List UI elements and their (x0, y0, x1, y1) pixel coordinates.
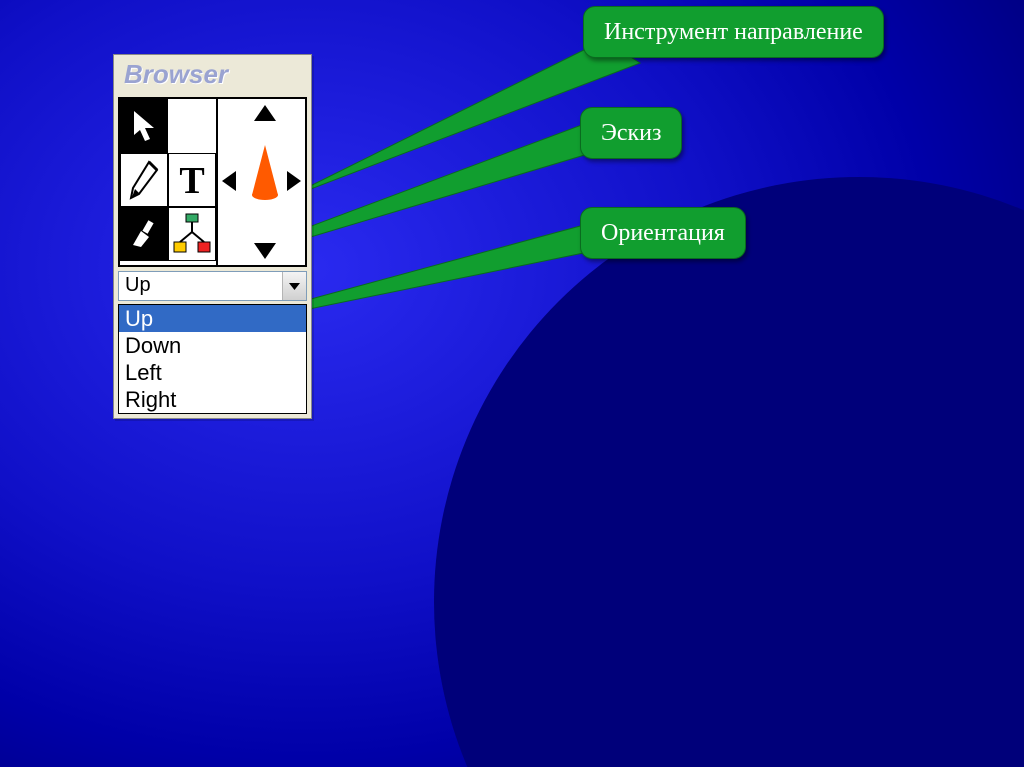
orientation-option[interactable]: Right (119, 386, 306, 413)
dir-down-icon (254, 243, 276, 259)
callout-orientation: Ориентация (580, 207, 746, 259)
arrow-tool[interactable] (120, 99, 168, 153)
paint-tool[interactable] (120, 207, 168, 261)
pencil-tool[interactable] (120, 153, 168, 207)
pencil-icon (127, 160, 161, 200)
cone-icon (250, 145, 280, 201)
diagram-icon (172, 212, 212, 256)
paint-brush-icon (127, 217, 161, 251)
orientation-listbox[interactable]: Up Down Left Right (118, 304, 307, 414)
dir-up-icon (254, 105, 276, 121)
orientation-select-button[interactable] (282, 272, 306, 300)
chevron-down-icon (289, 283, 300, 290)
slide-background: Browser (0, 0, 1024, 767)
orientation-option[interactable]: Up (119, 305, 306, 332)
svg-text:T: T (179, 161, 204, 199)
orientation-option[interactable]: Down (119, 332, 306, 359)
browser-panel: Browser (113, 54, 312, 419)
dir-right-icon (287, 171, 301, 191)
orientation-option[interactable]: Left (119, 359, 306, 386)
nodes-tool[interactable] (168, 207, 216, 261)
tool-area: T (118, 97, 307, 267)
orientation-select[interactable]: Up (118, 271, 307, 301)
cursor-arrow-icon (128, 109, 160, 143)
callout-sketch: Эскиз (580, 107, 682, 159)
tool-grid: T (118, 97, 218, 267)
text-tool[interactable]: T (168, 153, 216, 207)
orientation-select-value: Up (119, 272, 282, 300)
text-icon: T (174, 161, 210, 199)
panel-title: Browser (114, 55, 311, 95)
dir-left-icon (222, 171, 236, 191)
direction-tool[interactable] (218, 97, 307, 267)
callout-direction-tool: Инструмент направление (583, 6, 884, 58)
